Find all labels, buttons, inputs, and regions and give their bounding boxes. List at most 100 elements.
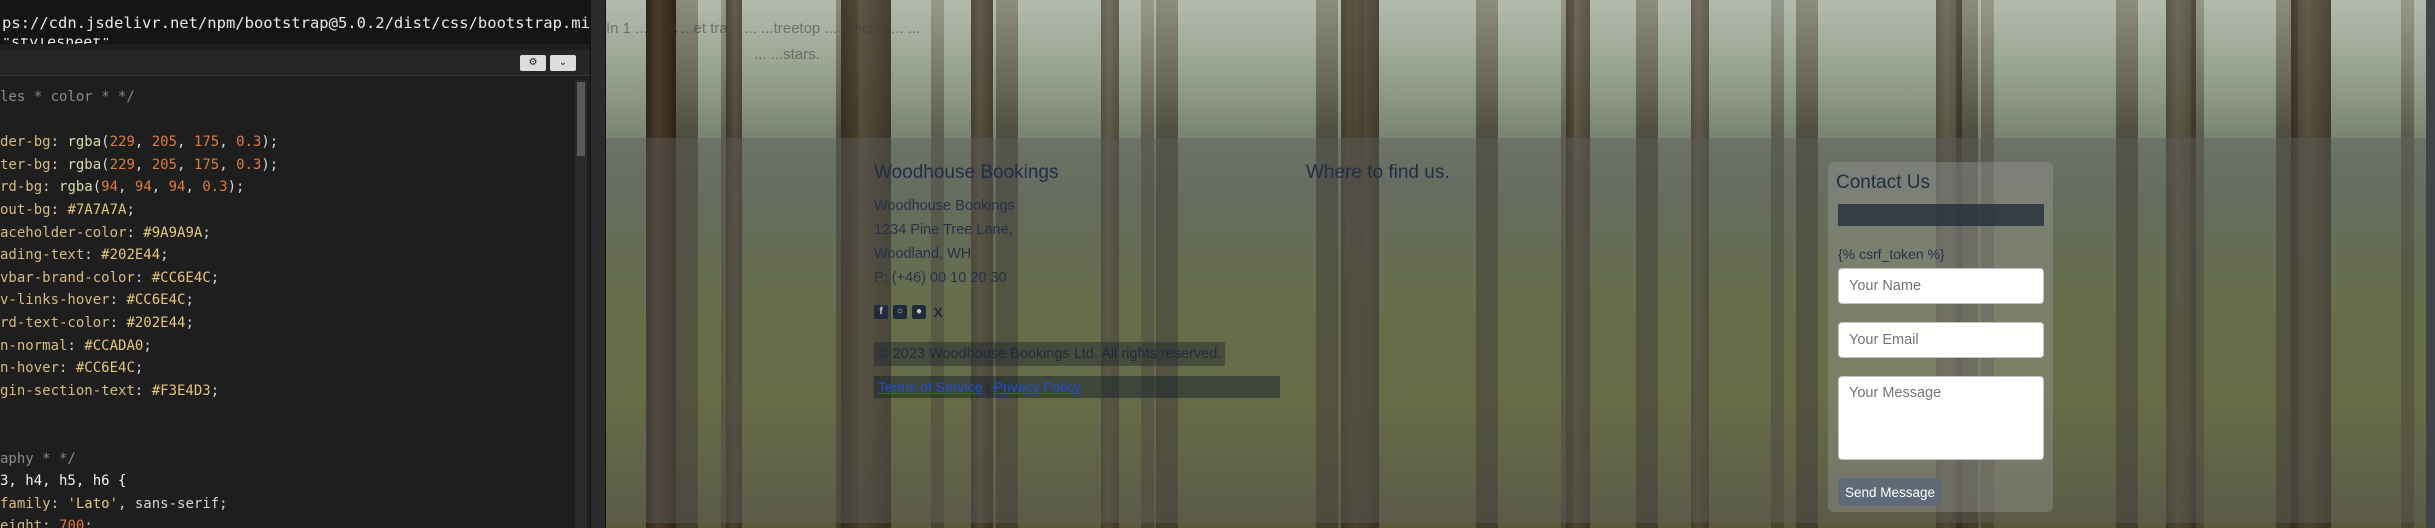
scrollbar-thumb[interactable] xyxy=(577,82,585,156)
code-token: 205 xyxy=(151,156,178,173)
code-token: ; xyxy=(185,292,194,309)
chevron-down-icon[interactable]: ⌄ xyxy=(550,55,576,71)
code-token: vbar-brand-color xyxy=(0,269,135,286)
code-line: eight: 700; xyxy=(0,515,570,528)
code-token: : xyxy=(134,269,152,286)
code-area[interactable]: les * color * */der-bg: rgba(229, 205, 1… xyxy=(0,86,570,528)
code-token: ; xyxy=(126,201,135,218)
address-line: Woodland, WH xyxy=(874,246,972,262)
facebook-icon[interactable]: f xyxy=(874,305,888,319)
code-token: v-links-hover xyxy=(0,292,110,309)
code-token: ); xyxy=(261,134,279,151)
code-token: , xyxy=(185,179,203,196)
code-token: ; xyxy=(84,518,93,528)
code-token: : xyxy=(109,292,127,309)
code-token: #CCADA0 xyxy=(84,337,144,354)
code-token: #CC6E4C xyxy=(126,292,186,309)
code-token: out-bg xyxy=(0,201,51,218)
code-line: aphy * */ xyxy=(0,448,570,471)
code-token: : xyxy=(42,179,60,196)
name-input[interactable] xyxy=(1838,268,2044,304)
code-token: n-hover xyxy=(0,360,60,377)
code-token: 0.3 xyxy=(236,134,262,151)
code-token: : xyxy=(109,314,127,331)
code-token: , xyxy=(177,134,194,151)
code-token: 3, h4, h5, h6 { xyxy=(0,473,127,490)
code-token: , xyxy=(134,134,152,151)
code-token: ); xyxy=(227,179,245,196)
gear-icon[interactable]: ⚙ xyxy=(520,55,546,71)
code-token: : xyxy=(84,247,102,264)
code-token: #202E44 xyxy=(101,247,161,264)
code-token: , xyxy=(134,156,152,173)
code-token: 94 xyxy=(134,179,152,196)
code-token: 94 xyxy=(168,179,186,196)
code-line: rd-text-color: #202E44; xyxy=(0,312,570,335)
code-line: out-bg: #7A7A7A; xyxy=(0,199,570,222)
code-token: : xyxy=(67,337,85,354)
terms-link[interactable]: Terms of Service xyxy=(878,379,982,395)
hero-text-line-2: ... ...stars. xyxy=(754,46,820,63)
code-token: #7A7A7A xyxy=(67,201,127,218)
code-token: , xyxy=(151,179,169,196)
code-token: ; xyxy=(143,337,152,354)
editor-header: ps://cdn.jsdelivr.net/npm/bootstrap@5.0.… xyxy=(0,0,590,44)
code-editor[interactable]: ps://cdn.jsdelivr.net/npm/bootstrap@5.0.… xyxy=(0,0,590,528)
footer-brand-column: Woodhouse Bookings Woodhouse Bookings 12… xyxy=(874,162,1294,398)
code-token: , xyxy=(177,156,194,173)
social-links: f ○ ● X xyxy=(874,304,1294,320)
code-token: , sans-serif; xyxy=(118,495,228,512)
code-token: rgba xyxy=(59,179,93,196)
code-token: 0.3 xyxy=(202,179,228,196)
pane-divider[interactable] xyxy=(590,0,606,528)
legal-separator: | xyxy=(986,379,990,395)
code-line: aceholder-color: #9A9A9A; xyxy=(0,222,570,245)
code-token: rgba xyxy=(67,156,102,173)
code-token: ter-bg xyxy=(0,156,51,173)
code-token: , xyxy=(118,179,135,196)
code-token: 175 xyxy=(193,156,220,173)
code-token: 205 xyxy=(151,134,178,151)
code-token: 'Lato' xyxy=(67,495,119,512)
code-token: 700 xyxy=(59,518,85,528)
code-line: ading-text: #202E44; xyxy=(0,244,570,267)
editor-scrollbar[interactable] xyxy=(575,80,587,528)
contact-form: Contact Us {% csrf_token %} Send Message xyxy=(1828,162,2053,512)
code-line: 3, h4, h5, h6 { xyxy=(0,470,570,493)
stylesheet-rel-line: "stylesheet" xyxy=(2,38,110,44)
code-token: ( xyxy=(101,156,110,173)
address-line: 1234 Pine Tree Lane, xyxy=(874,222,1013,238)
code-token: ; xyxy=(202,224,211,241)
privacy-link[interactable]: Privacy Policy xyxy=(994,379,1081,395)
code-line: ter-bg: rgba(229, 205, 175, 0.3); xyxy=(0,154,570,177)
x-icon[interactable]: X xyxy=(931,305,945,319)
code-token: 229 xyxy=(109,134,135,151)
code-token: ; xyxy=(185,314,194,331)
code-token: rgba xyxy=(67,134,102,151)
code-token: der-bg xyxy=(0,134,51,151)
send-message-button[interactable]: Send Message xyxy=(1838,478,1942,506)
preview-scrollbar[interactable] xyxy=(2426,0,2435,528)
code-line: n-hover: #CC6E4C; xyxy=(0,357,570,380)
code-token: 175 xyxy=(193,134,220,151)
code-token: : xyxy=(42,518,60,528)
instagram-icon[interactable]: ○ xyxy=(893,305,907,319)
code-token: #9A9A9A xyxy=(143,224,203,241)
code-line: v-links-hover: #CC6E4C; xyxy=(0,289,570,312)
email-input[interactable] xyxy=(1838,322,2044,358)
find-us-title: Where to find us. xyxy=(1306,162,1450,183)
hidden-input-bar xyxy=(1838,204,2044,226)
code-token: ( xyxy=(92,179,102,196)
csrf-token-text: {% csrf_token %} xyxy=(1838,246,1945,262)
code-token: : xyxy=(59,360,76,377)
code-token: ; xyxy=(210,382,220,399)
github-icon[interactable]: ● xyxy=(912,305,926,319)
code-token: : xyxy=(50,156,68,173)
code-token: #CC6E4C xyxy=(75,360,135,377)
footer-brand-title: Woodhouse Bookings xyxy=(874,162,1059,183)
code-token: , xyxy=(219,134,237,151)
code-token: #CC6E4C xyxy=(151,269,211,286)
code-token: aphy * */ xyxy=(0,450,76,467)
message-textarea[interactable] xyxy=(1838,376,2044,460)
